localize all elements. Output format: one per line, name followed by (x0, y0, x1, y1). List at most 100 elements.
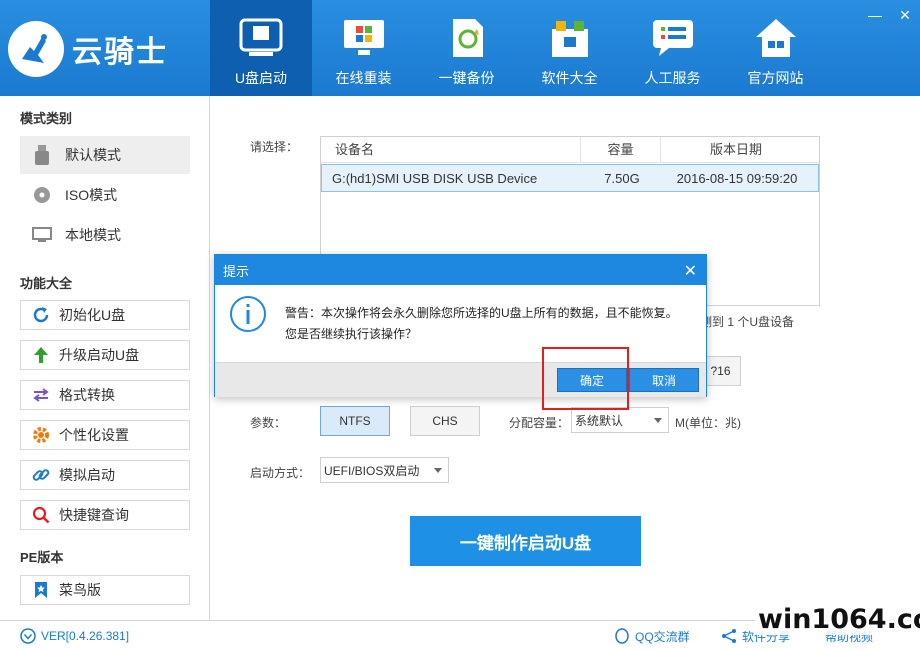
header-bar: 云骑士 U盘启动 在线重装 一键备份 软件大全 人工服务 官方网站 — ✕ (0, 0, 920, 96)
knight-logo-icon (8, 21, 64, 77)
app-logo: 云骑士 (8, 14, 208, 84)
func-section-title: 功能大全 (20, 276, 73, 291)
gear-icon (32, 426, 50, 444)
nav-software-collection[interactable]: 软件大全 (518, 0, 621, 96)
nav-label: 官方网站 (747, 70, 804, 86)
site-watermark: win1064.com (755, 604, 920, 635)
column-header[interactable]: 设备名 (321, 136, 581, 163)
func-label: 初始化U盘 (59, 307, 126, 323)
check-circle-icon (20, 628, 36, 644)
chs-option-button[interactable]: CHS (410, 406, 480, 436)
info-icon (230, 296, 266, 332)
cancel-button[interactable]: 取消 (629, 368, 699, 392)
monitor-icon (32, 225, 52, 245)
nav-official-site[interactable]: 官方网站 (724, 0, 827, 96)
mode-section-title: 模式类别 (20, 111, 73, 126)
nav-label: 人工服务 (644, 70, 701, 86)
boot-mode-select[interactable]: UEFI/BIOS双启动 (320, 457, 449, 483)
select-label: 请选择： (250, 140, 299, 154)
nav-label: 软件大全 (541, 70, 598, 86)
make-boot-usb-button[interactable]: 一键制作启动U盘 (410, 516, 641, 566)
sidebar: 模式类别 默认模式 ISO模式 本地模式 功能大全 初始化U盘 升级启动U盘 格… (0, 96, 210, 620)
dialog-title: 提示 (223, 263, 250, 279)
nav-label: 一键备份 (438, 70, 495, 86)
pe-section-title: PE版本 (20, 550, 64, 565)
table-header: 设备名 容量 版本日期 (321, 136, 819, 163)
alloc-value: 系统默认 (575, 413, 624, 428)
usb-stick-icon (32, 145, 52, 165)
search-icon (32, 506, 50, 524)
boot-label: 启动方式： (250, 466, 311, 480)
share-icon (721, 628, 737, 644)
params-label: 参数： (250, 416, 287, 430)
window-controls: — ✕ (860, 0, 920, 30)
func-label: 快捷键查询 (59, 507, 129, 523)
chevron-down-icon (434, 468, 442, 473)
version-info[interactable]: VER[0.4.26.381] (20, 621, 129, 650)
column-header[interactable]: 容量 (581, 136, 661, 163)
mode-label: 本地模式 (65, 227, 121, 243)
minimize-button[interactable]: — (860, 0, 890, 30)
warning-dialog: 提示 ✕ 警告：本次操作将会永久删除您所选择的U盘上所有的数据，且不能恢复。 您… (214, 254, 707, 397)
top-nav: U盘启动 在线重装 一键备份 软件大全 人工服务 官方网站 (210, 0, 827, 96)
boot-value: UEFI/BIOS双启动 (324, 463, 420, 478)
mode-item-default[interactable]: 默认模式 (20, 136, 190, 174)
mode-label: 默认模式 (65, 147, 121, 163)
nav-one-click-backup[interactable]: 一键备份 (415, 0, 518, 96)
dialog-question-text: 您是否继续执行该操作？ (285, 327, 418, 341)
nav-online-reinstall[interactable]: 在线重装 (312, 0, 415, 96)
func-label: 模拟启动 (59, 467, 115, 483)
personalize-button[interactable]: 个性化设置 (20, 420, 190, 450)
dialog-body: 警告：本次操作将会永久删除您所选择的U盘上所有的数据，且不能恢复。 您是否继续执… (215, 285, 706, 362)
date-cell: 2016-08-15 09:59:20 (676, 170, 798, 186)
qq-group-link[interactable]: QQ交流群 (614, 621, 690, 650)
disc-icon (32, 185, 52, 205)
software-box-icon (547, 16, 593, 60)
convert-arrows-icon (32, 386, 50, 404)
func-label: 升级启动U盘 (59, 347, 140, 363)
chevron-down-icon (654, 418, 662, 423)
windows-monitor-icon (341, 16, 387, 60)
mode-item-local[interactable]: 本地模式 (20, 216, 190, 254)
mode-label: ISO模式 (65, 187, 118, 203)
pe-beginner-button[interactable]: 菜鸟版 (20, 575, 190, 605)
refresh-icon (32, 306, 50, 324)
link-icon (32, 466, 50, 484)
format-convert-button[interactable]: 格式转换 (20, 380, 190, 410)
nav-label: 在线重装 (335, 70, 392, 86)
column-header[interactable]: 版本日期 (661, 137, 811, 163)
upgrade-arrow-icon (32, 346, 50, 364)
alloc-label: 分配容量： (509, 416, 570, 430)
bookmark-icon (32, 581, 50, 599)
usb-drive-icon (238, 16, 284, 60)
func-label: 菜鸟版 (59, 582, 101, 598)
mode-item-iso[interactable]: ISO模式 (20, 176, 190, 214)
upgrade-usb-button[interactable]: 升级启动U盘 (20, 340, 190, 370)
nav-manual-service[interactable]: 人工服务 (621, 0, 724, 96)
dialog-titlebar: 提示 ✕ (215, 255, 706, 285)
capacity-cell: 7.50G (604, 170, 640, 186)
init-usb-button[interactable]: 初始化U盘 (20, 300, 190, 330)
alloc-unit: M(单位：兆) (675, 416, 741, 430)
ntfs-option-button[interactable]: NTFS (320, 406, 390, 436)
alloc-select[interactable]: 系统默认 (571, 407, 669, 433)
device-name-cell: G:(hd1)SMI USB DISK USB Device (332, 170, 538, 186)
confirm-button[interactable]: 确定 (557, 368, 627, 392)
dialog-warning-text: 警告：本次操作将会永久删除您所选择的U盘上所有的数据，且不能恢复。 (285, 306, 678, 320)
home-icon (753, 16, 799, 60)
close-window-button[interactable]: ✕ (890, 0, 920, 30)
qq-label: QQ交流群 (635, 629, 690, 644)
nav-usb-boot[interactable]: U盘启动 (210, 0, 312, 96)
nav-label: U盘启动 (234, 70, 288, 86)
dialog-close-button[interactable]: ✕ (684, 261, 697, 281)
dialog-footer: 确定 取消 (215, 362, 706, 397)
version-label: VER[0.4.26.381] (41, 629, 130, 643)
backup-document-icon (444, 16, 490, 60)
chat-bubble-icon (650, 16, 696, 60)
qq-icon (614, 628, 630, 644)
table-row[interactable]: G:(hd1)SMI USB DISK USB Device 7.50G 201… (321, 164, 819, 192)
func-label: 个性化设置 (59, 427, 129, 443)
func-label: 格式转换 (59, 387, 115, 403)
hotkey-query-button[interactable]: 快捷键查询 (20, 500, 190, 530)
simulate-boot-button[interactable]: 模拟启动 (20, 460, 190, 490)
